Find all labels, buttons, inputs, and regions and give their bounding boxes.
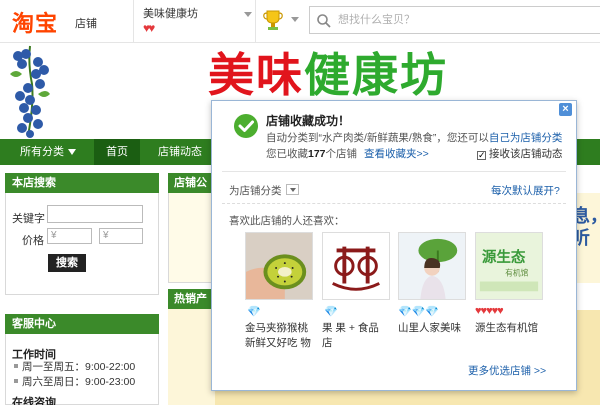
text: 您已收藏 [266,148,308,160]
nav-dynamics[interactable]: 店铺动态 [158,139,202,165]
divider [222,203,566,204]
text: 自动分类到 [266,132,319,144]
price-min-input[interactable]: ¥ [47,228,92,244]
hot-products-title: 热销产品 [168,289,216,325]
shop-search-title: 本店搜索 [5,173,159,193]
keyword-label: 关键字 [12,213,45,225]
text: 个店铺 [325,148,358,160]
work-time-weekend: 周六至周日：9:00-23:00 [13,376,136,388]
shop-name[interactable]: 美味健康坊 [143,5,198,21]
shop-name-line: 新鲜又好吃 物 [245,337,311,349]
auto-category-line: 自动分类到“水产肉类/新鲜蔬果/熟食”，您还可以自己为店铺分类 [266,130,562,145]
category-selector[interactable]: 为店铺分类 [229,183,299,198]
service-title: 客服中心 [5,314,159,334]
banner-title: 美味健康坊 [208,44,448,106]
nav-all-categories[interactable]: 所有分类 [20,139,76,165]
checkbox-checked-icon[interactable]: ✓ [477,151,486,160]
checkbox-label: 接收该店铺动态 [489,148,563,160]
shop-name-line: 源生态有机馆 [475,322,538,334]
chevron-down-icon[interactable] [244,12,252,17]
success-check-icon [234,114,258,138]
shop-thumbnail-kiwi[interactable] [245,232,313,300]
more-shops-link[interactable]: 更多优选店铺 >> [468,363,546,378]
favorite-count-line: 您已收藏177个店铺 查看收藏夹>> [266,146,429,161]
search-box [309,6,600,34]
shop-name-line: 山里人家美味 [398,322,461,334]
shop-thumbnail-lotus[interactable] [398,232,466,300]
custom-category-link[interactable]: 自己为店铺分类 [489,132,563,144]
shop-name-line: 金马夹猕猴桃 [245,322,308,334]
notice-panel [168,193,215,283]
shop-search-button[interactable]: 搜索 [48,254,86,272]
keyword-input[interactable] [47,205,143,223]
price-label: 价格 [22,235,44,247]
shop-thumbnail-logo[interactable] [322,232,390,300]
svg-text:有机馆: 有机馆 [505,268,529,278]
text: “水产肉类/新鲜蔬果/熟食” [318,132,437,144]
shop-name-line: 果 果 + 食品 [322,322,379,334]
grapes-icon [10,45,50,138]
recommend-label: 喜欢此店铺的人还喜欢： [229,215,345,227]
banner-title-green: 健康坊 [304,48,448,102]
nav-label: 所有分类 [20,146,64,158]
divider [133,0,134,43]
receive-dynamics-checkbox[interactable]: ✓ 接收该店铺动态 [477,146,563,161]
price-max-input[interactable]: ¥ [99,228,143,244]
shop-name-4[interactable]: 源生态有机馆 [475,321,555,336]
page: 淘宝 店铺 美味健康坊 ♥♥ 想找什么宝贝？ 美味健康坊 所有分类 首页 店铺动… [0,0,600,405]
dialog-title: 店铺收藏成功！ [266,114,351,128]
chevron-down-icon [68,149,76,156]
favorite-count: 177 [308,148,326,160]
notice-title: 店铺公告 [168,173,216,209]
shop-name-1[interactable]: 金马夹猕猴桃 新鲜又好吃 物 [245,321,325,351]
view-favorites-link[interactable]: 查看收藏夹>> [364,148,429,160]
shop-rank-hearts: ♥♥♥♥♥ [475,305,504,317]
category-label: 为店铺分类 [229,185,282,197]
trophy-icon[interactable] [263,9,283,31]
chevron-down-icon[interactable] [285,184,299,195]
close-icon[interactable]: × [559,103,572,116]
shop-rank-diamond: 💎💎💎 [398,306,440,318]
shop-name-2[interactable]: 果 果 + 食品 店 [322,321,402,351]
text: ，您还可以 [436,132,489,144]
svg-text:源生态: 源生态 [482,248,526,266]
shop-rank-hearts: ♥♥ [143,21,155,35]
product-tile[interactable] [168,309,215,405]
chevron-down-icon[interactable] [291,17,299,22]
shop-rank-diamond: 💎 [247,306,261,318]
shop-name-3[interactable]: 山里人家美味 [398,321,478,336]
divider [222,171,566,172]
shop-rank-diamond: 💎 [324,306,338,318]
consult-title: 在线咨询 [12,397,56,405]
taobao-logo[interactable]: 淘宝 [12,6,58,38]
divider [255,0,256,43]
search-input[interactable] [338,11,588,29]
default-expand-link[interactable]: 每次默认展开? [491,183,560,198]
work-time-weekday: 周一至周五：9:00-22:00 [13,361,136,373]
shop-thumbnail-eco[interactable]: 源生态 有机馆 [475,232,543,300]
shop-name-line: 店 [322,337,333,349]
logo-subtitle: 店铺 [75,18,97,30]
nav-home[interactable]: 首页 [94,139,140,165]
top-bar: 淘宝 店铺 美味健康坊 ♥♥ [0,0,600,43]
banner-title-red: 美味 [208,48,304,102]
search-icon[interactable] [316,13,332,29]
